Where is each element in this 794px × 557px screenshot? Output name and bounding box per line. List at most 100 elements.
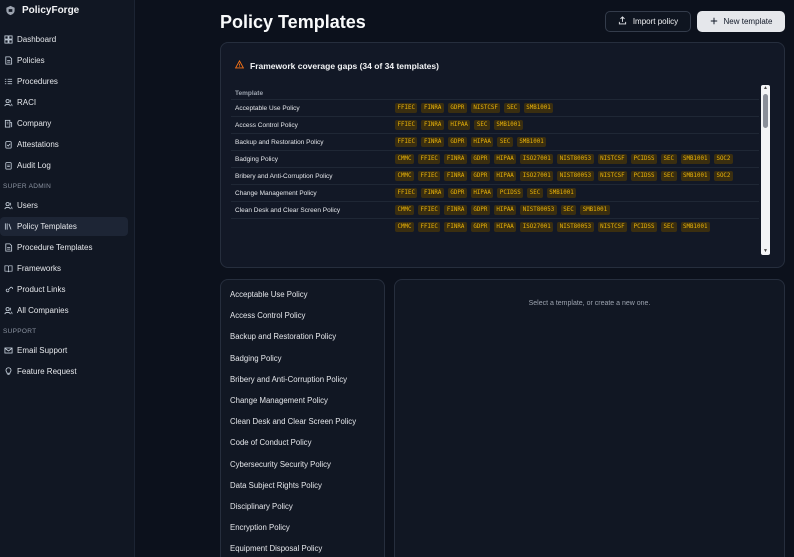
sidebar-item-company[interactable]: Company — [0, 114, 128, 133]
template-list-item[interactable]: Data Subject Rights Policy — [221, 475, 384, 496]
sidebar-item-label: Feature Request — [17, 367, 77, 376]
framework-tag: GDPR — [470, 154, 490, 164]
framework-tag: SMB1001 — [516, 137, 547, 147]
sidebar-item-procedures[interactable]: Procedures — [0, 72, 128, 91]
framework-tag: SEC — [504, 103, 520, 113]
page-title: Policy Templates — [220, 12, 366, 32]
template-list-item[interactable]: Encryption Policy — [221, 517, 384, 538]
framework-tag: HIPAA — [493, 171, 517, 181]
framework-tag: ISO27001 — [520, 171, 554, 181]
coverage-row: Backup and Restoration Policy FFIEC FINRA G… — [231, 133, 759, 150]
brand[interactable]: PolicyForge — [0, 0, 134, 20]
sidebar-item-procedure-templates[interactable]: Procedure Templates — [0, 238, 128, 257]
sidebar-item-label: Policies — [17, 56, 45, 65]
new-template-button[interactable]: New template — [697, 11, 785, 32]
framework-gap-tags: FFIEC FINRA GDPR HIPAA PCIDSS SEC SMB1001 — [395, 185, 759, 201]
framework-tag: FFIEC — [417, 222, 441, 232]
plus-icon — [710, 17, 718, 27]
framework-tag: PCIDSS — [631, 154, 658, 164]
framework-tag: SEC — [527, 188, 543, 198]
framework-tag: SOC2 — [713, 154, 733, 164]
framework-tag: SEC — [474, 120, 490, 130]
coverage-row-template-name: Bribery and Anti-Corruption Policy — [235, 172, 333, 180]
grid-icon — [3, 35, 13, 45]
coverage-row: Badging Policy CMMC FFIEC FINRA GDPR HIPAA ISO… — [231, 150, 759, 167]
template-list-item[interactable]: Acceptable Use Policy — [221, 284, 384, 305]
sidebar-item-all-companies[interactable]: All Companies — [0, 301, 128, 320]
brand-name: PolicyForge — [22, 4, 80, 16]
framework-gap-tags: CMMC FFIEC FINRA GDPR HIPAA ISO27001 NIST80053… — [395, 219, 759, 235]
framework-tag: FFIEC — [395, 137, 418, 147]
sidebar-item-label: Dashboard — [17, 35, 57, 44]
template-list-item[interactable]: Backup and Restoration Policy — [221, 326, 384, 347]
sidebar-item-policies[interactable]: Policies — [0, 51, 128, 70]
template-list-item[interactable]: Cybersecurity Security Policy — [221, 454, 384, 475]
framework-tag: CMMC — [395, 222, 414, 232]
template-list-item[interactable]: Clean Desk and Clear Screen Policy — [221, 411, 384, 432]
sidebar-item-label: Procedure Templates — [17, 243, 93, 252]
framework-tag: GDPR — [470, 171, 490, 181]
sidebar-item-feature-request[interactable]: Feature Request — [0, 362, 128, 381]
sidebar-item-email-support[interactable]: Email Support — [0, 341, 128, 360]
users-icon — [3, 306, 13, 316]
framework-tag: FINRA — [421, 137, 444, 147]
template-list-item[interactable]: Disciplinary Policy — [221, 496, 384, 517]
coverage-row: Access Control Policy FFIEC FINRA HIPAA SEC S… — [231, 116, 759, 133]
coverage-row-template-name: Backup and Restoration Policy — [235, 138, 324, 146]
framework-tag: FFIEC — [417, 154, 441, 164]
framework-tag: SMB1001 — [493, 120, 524, 130]
template-list-item[interactable]: Access Control Policy — [221, 305, 384, 326]
import-policy-button[interactable]: Import policy — [605, 11, 691, 32]
framework-tag: FINRA — [444, 154, 467, 164]
framework-tag: SOC2 — [713, 171, 733, 181]
sidebar-item-audit-log[interactable]: Audit Log — [0, 156, 128, 175]
sidebar-item-dashboard[interactable]: Dashboard — [0, 30, 128, 49]
coverage-row: CMMC FFIEC FINRA GDPR HIPAA ISO27001 NIST80053… — [231, 218, 759, 235]
scroll-down-arrow-icon[interactable]: ▼ — [763, 249, 768, 254]
new-template-label: New template — [723, 17, 773, 26]
lightbulb-icon — [3, 367, 13, 377]
template-list-item[interactable]: Code of Conduct Policy — [221, 432, 384, 453]
sidebar-item-label: RACI — [17, 98, 37, 107]
template-list-item[interactable]: Change Management Policy — [221, 390, 384, 411]
coverage-row-template-name: Change Management Policy — [235, 189, 317, 197]
framework-tag: NISTCSF — [597, 171, 628, 181]
coverage-row: Clean Desk and Clear Screen Policy CMMC FF… — [231, 201, 759, 218]
framework-tag: GDPR — [447, 103, 467, 113]
document-icon — [3, 243, 13, 253]
sidebar-item-label: Company — [17, 119, 52, 128]
framework-tag: PCIDSS — [631, 222, 658, 232]
sidebar: PolicyForge Dashboard Policies Procedures R… — [0, 0, 135, 557]
template-list-item[interactable]: Bribery and Anti-Corruption Policy — [221, 369, 384, 390]
framework-tag: FINRA — [421, 103, 444, 113]
import-policy-label: Import policy — [632, 17, 679, 26]
building-icon — [3, 119, 13, 129]
sidebar-item-frameworks[interactable]: Frameworks — [0, 259, 128, 278]
framework-tag: SMB1001 — [523, 103, 554, 113]
framework-tag: GDPR — [447, 137, 467, 147]
scroll-thumb[interactable] — [763, 94, 768, 128]
sidebar-item-raci[interactable]: RACI — [0, 93, 128, 112]
sidebar-item-policy-templates[interactable]: Policy Templates — [0, 217, 128, 236]
sidebar-item-product-links[interactable]: Product Links — [0, 280, 128, 299]
framework-tag: HIPAA — [470, 137, 494, 147]
framework-tag: FINRA — [444, 171, 467, 181]
sidebar-item-label: Audit Log — [17, 161, 51, 170]
framework-tag: GDPR — [470, 205, 490, 215]
sidebar-item-users[interactable]: Users — [0, 196, 128, 215]
template-list-item[interactable]: Equipment Disposal Policy — [221, 538, 384, 557]
coverage-row: Change Management Policy FFIEC FINRA GDPR HI… — [231, 184, 759, 201]
sidebar-item-label: Procedures — [17, 77, 58, 86]
coverage-row: Acceptable Use Policy FFIEC FINRA GDPR NISTC… — [231, 99, 759, 116]
template-list-item[interactable]: Badging Policy — [221, 348, 384, 369]
coverage-scrollbar[interactable]: ▲ ▼ — [761, 85, 770, 255]
framework-tag: FINRA — [444, 222, 467, 232]
template-list: Acceptable Use Policy Access Control Poli… — [220, 279, 385, 557]
framework-tag: CMMC — [395, 205, 414, 215]
scroll-up-arrow-icon[interactable]: ▲ — [763, 86, 768, 91]
framework-tag: SMB1001 — [680, 154, 710, 164]
framework-tag: SMB1001 — [680, 222, 710, 232]
sidebar-item-attestations[interactable]: Attestations — [0, 135, 128, 154]
framework-tag: NIST80053 — [520, 205, 557, 215]
super-admin-label: SUPER ADMIN — [3, 182, 52, 190]
